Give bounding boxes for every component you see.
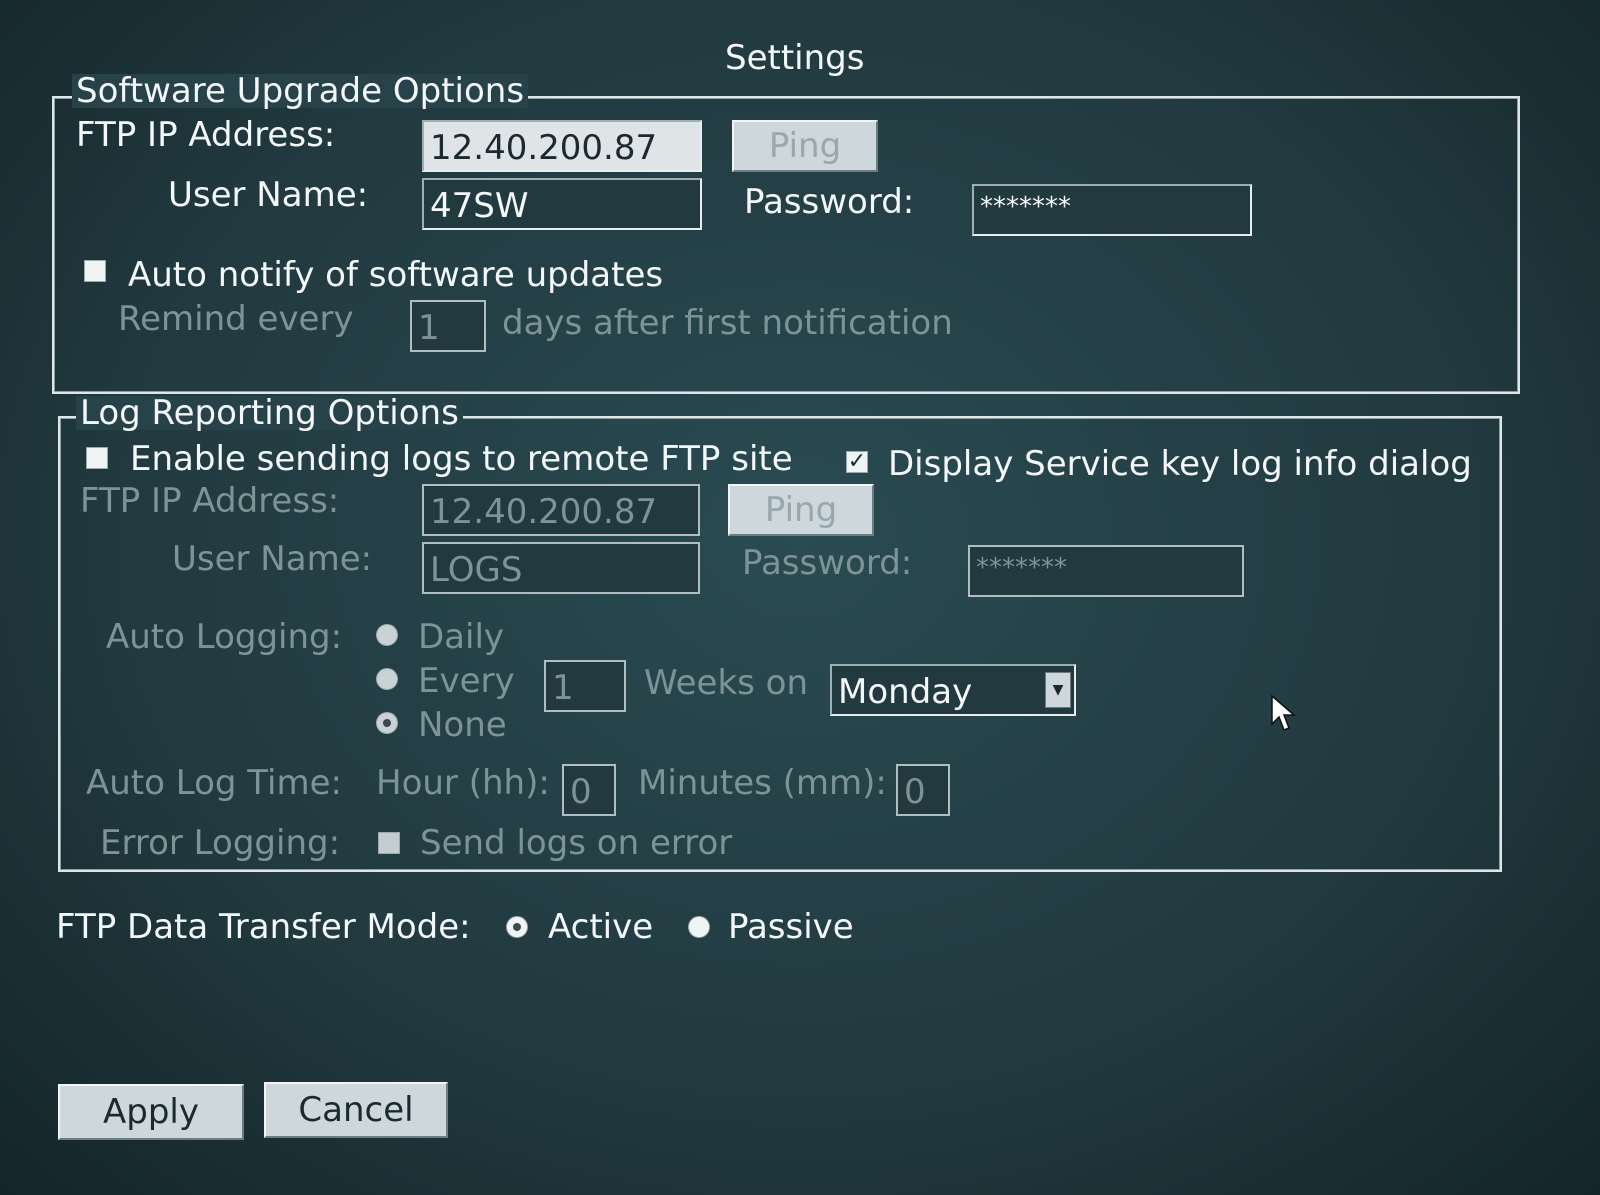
minutes-input[interactable]: 0 — [896, 764, 950, 816]
log-password-input[interactable]: ******* — [968, 545, 1244, 597]
auto-log-time-label: Auto Log Time: — [86, 763, 342, 803]
auto-logging-label: Auto Logging: — [106, 617, 343, 657]
send-on-error-label: Send logs on error — [420, 823, 733, 863]
log-display-service-label: Display Service key log info dialog — [888, 444, 1472, 484]
sw-remind-prefix: Remind every — [118, 299, 354, 339]
transfer-mode-active-label: Active — [548, 907, 654, 947]
sw-password-input[interactable]: ******* — [972, 184, 1252, 236]
chevron-down-icon[interactable]: ▼ — [1045, 672, 1071, 708]
sw-auto-notify-checkbox[interactable] — [84, 260, 106, 282]
auto-logging-none-label: None — [418, 705, 507, 745]
sw-auto-notify-label: Auto notify of software updates — [128, 255, 664, 295]
apply-button[interactable]: Apply — [58, 1084, 244, 1140]
sw-ftp-ip-label: FTP IP Address: — [76, 115, 336, 155]
mouse-cursor-icon — [1271, 694, 1296, 731]
transfer-mode-active-radio[interactable] — [506, 916, 528, 938]
log-ping-button[interactable]: Ping — [728, 484, 874, 536]
log-password-label: Password: — [742, 543, 913, 583]
log-display-service-checkbox[interactable]: ✓ — [846, 451, 868, 473]
software-upgrade-legend: Software Upgrade Options — [72, 74, 529, 108]
log-ftp-ip-label: FTP IP Address: — [80, 481, 340, 521]
transfer-mode-passive-label: Passive — [728, 907, 854, 947]
settings-window: Settings Software Upgrade Options FTP IP… — [0, 0, 1600, 1195]
day-of-week-value: Monday — [838, 672, 973, 712]
sw-password-label: Password: — [744, 182, 915, 222]
day-of-week-select[interactable]: Monday ▼ — [830, 664, 1076, 716]
cancel-button[interactable]: Cancel — [264, 1082, 448, 1138]
sw-ftp-ip-input[interactable]: 12.40.200.87 — [422, 120, 702, 172]
auto-logging-every-radio[interactable] — [376, 668, 398, 690]
hour-input[interactable]: 0 — [562, 764, 616, 816]
sw-ping-button[interactable]: Ping — [732, 120, 878, 172]
log-user-name-input[interactable]: LOGS — [422, 542, 700, 594]
check-icon: ✓ — [847, 449, 867, 474]
hour-label: Hour (hh): — [376, 763, 550, 803]
auto-logging-daily-label: Daily — [418, 617, 505, 657]
log-reporting-legend: Log Reporting Options — [76, 396, 463, 430]
auto-logging-every-label: Every — [418, 661, 515, 701]
minutes-label: Minutes (mm): — [638, 763, 887, 803]
transfer-mode-label: FTP Data Transfer Mode: — [56, 907, 471, 947]
log-enable-label: Enable sending logs to remote FTP site — [130, 439, 793, 479]
log-enable-checkbox[interactable] — [86, 447, 108, 469]
sw-user-name-input[interactable]: 47SW — [422, 178, 702, 230]
send-on-error-checkbox[interactable] — [378, 832, 400, 854]
auto-logging-weeks-input[interactable]: 1 — [544, 660, 626, 712]
window-title: Settings — [725, 38, 865, 78]
sw-user-name-label: User Name: — [168, 175, 369, 215]
sw-remind-suffix: days after first notification — [502, 303, 953, 343]
auto-logging-none-radio[interactable] — [376, 712, 398, 734]
transfer-mode-passive-radio[interactable] — [688, 916, 710, 938]
error-logging-label: Error Logging: — [100, 823, 341, 863]
log-user-name-label: User Name: — [172, 539, 373, 579]
weeks-on-label: Weeks on — [644, 663, 809, 703]
auto-logging-daily-radio[interactable] — [376, 624, 398, 646]
log-ftp-ip-input[interactable]: 12.40.200.87 — [422, 484, 700, 536]
sw-remind-days-input[interactable]: 1 — [410, 300, 486, 352]
